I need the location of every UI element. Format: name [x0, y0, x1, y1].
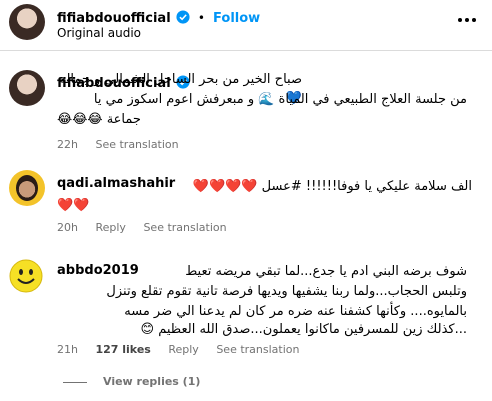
view-replies-line: [63, 382, 87, 383]
comment-line-3: بالمايوه.... وكأنها كشفنا عنه ضره مر كان…: [124, 304, 467, 319]
follow-button[interactable]: Follow: [213, 11, 260, 26]
audio-label[interactable]: Original audio: [57, 26, 141, 40]
caption-time: 22h: [57, 138, 78, 151]
comment-line-4: ...كذلك زين للمسرفين ماكانوا يعملون...صد…: [140, 322, 467, 337]
header-username[interactable]: fifiabdouofficial: [57, 11, 171, 26]
caption-avatar[interactable]: [9, 70, 45, 106]
header-divider: [0, 50, 492, 51]
comment-line-2: وتلبس الحجاب...ولما ربنا يشفيها ويديها ف…: [106, 284, 467, 299]
view-replies-button[interactable]: View replies (1): [103, 375, 200, 388]
post-header: fifiabdouofficial • Follow Original audi…: [0, 0, 492, 50]
verified-icon: [176, 10, 190, 24]
reply-button[interactable]: Reply: [95, 221, 125, 234]
caption-see-translation[interactable]: See translation: [95, 138, 178, 151]
see-translation-button[interactable]: See translation: [216, 343, 299, 356]
caption-line-2: من جلسة العلاج الطبيعي في المياة 🌊 و مبع…: [93, 92, 467, 107]
smiley-avatar[interactable]: [9, 259, 43, 293]
comment-username[interactable]: qadi.almashahir: [57, 176, 175, 191]
caption-line-3: جماعة 😂😂😂: [57, 112, 141, 127]
comment-line-2: ❤️❤️: [57, 198, 90, 213]
comment-avatar[interactable]: [9, 170, 45, 206]
comment-line-1: شوف برضه البني ادم يا جدع...لما تبقي مري…: [185, 264, 467, 279]
header-dot: •: [197, 11, 205, 25]
see-translation-button[interactable]: See translation: [143, 221, 226, 234]
more-options-icon[interactable]: [457, 17, 477, 23]
comment-username[interactable]: abbdo2019: [57, 263, 139, 278]
comment-line-1: الف سلامة عليكي يا فوفا!!!!!! #عسل ❤️❤️❤…: [192, 179, 472, 194]
header-avatar[interactable]: [9, 4, 45, 40]
comment-time: 20h: [57, 221, 78, 234]
reply-button[interactable]: Reply: [168, 343, 198, 356]
likes-count[interactable]: 127 likes: [95, 343, 150, 356]
comment-time: 21h: [57, 343, 78, 356]
